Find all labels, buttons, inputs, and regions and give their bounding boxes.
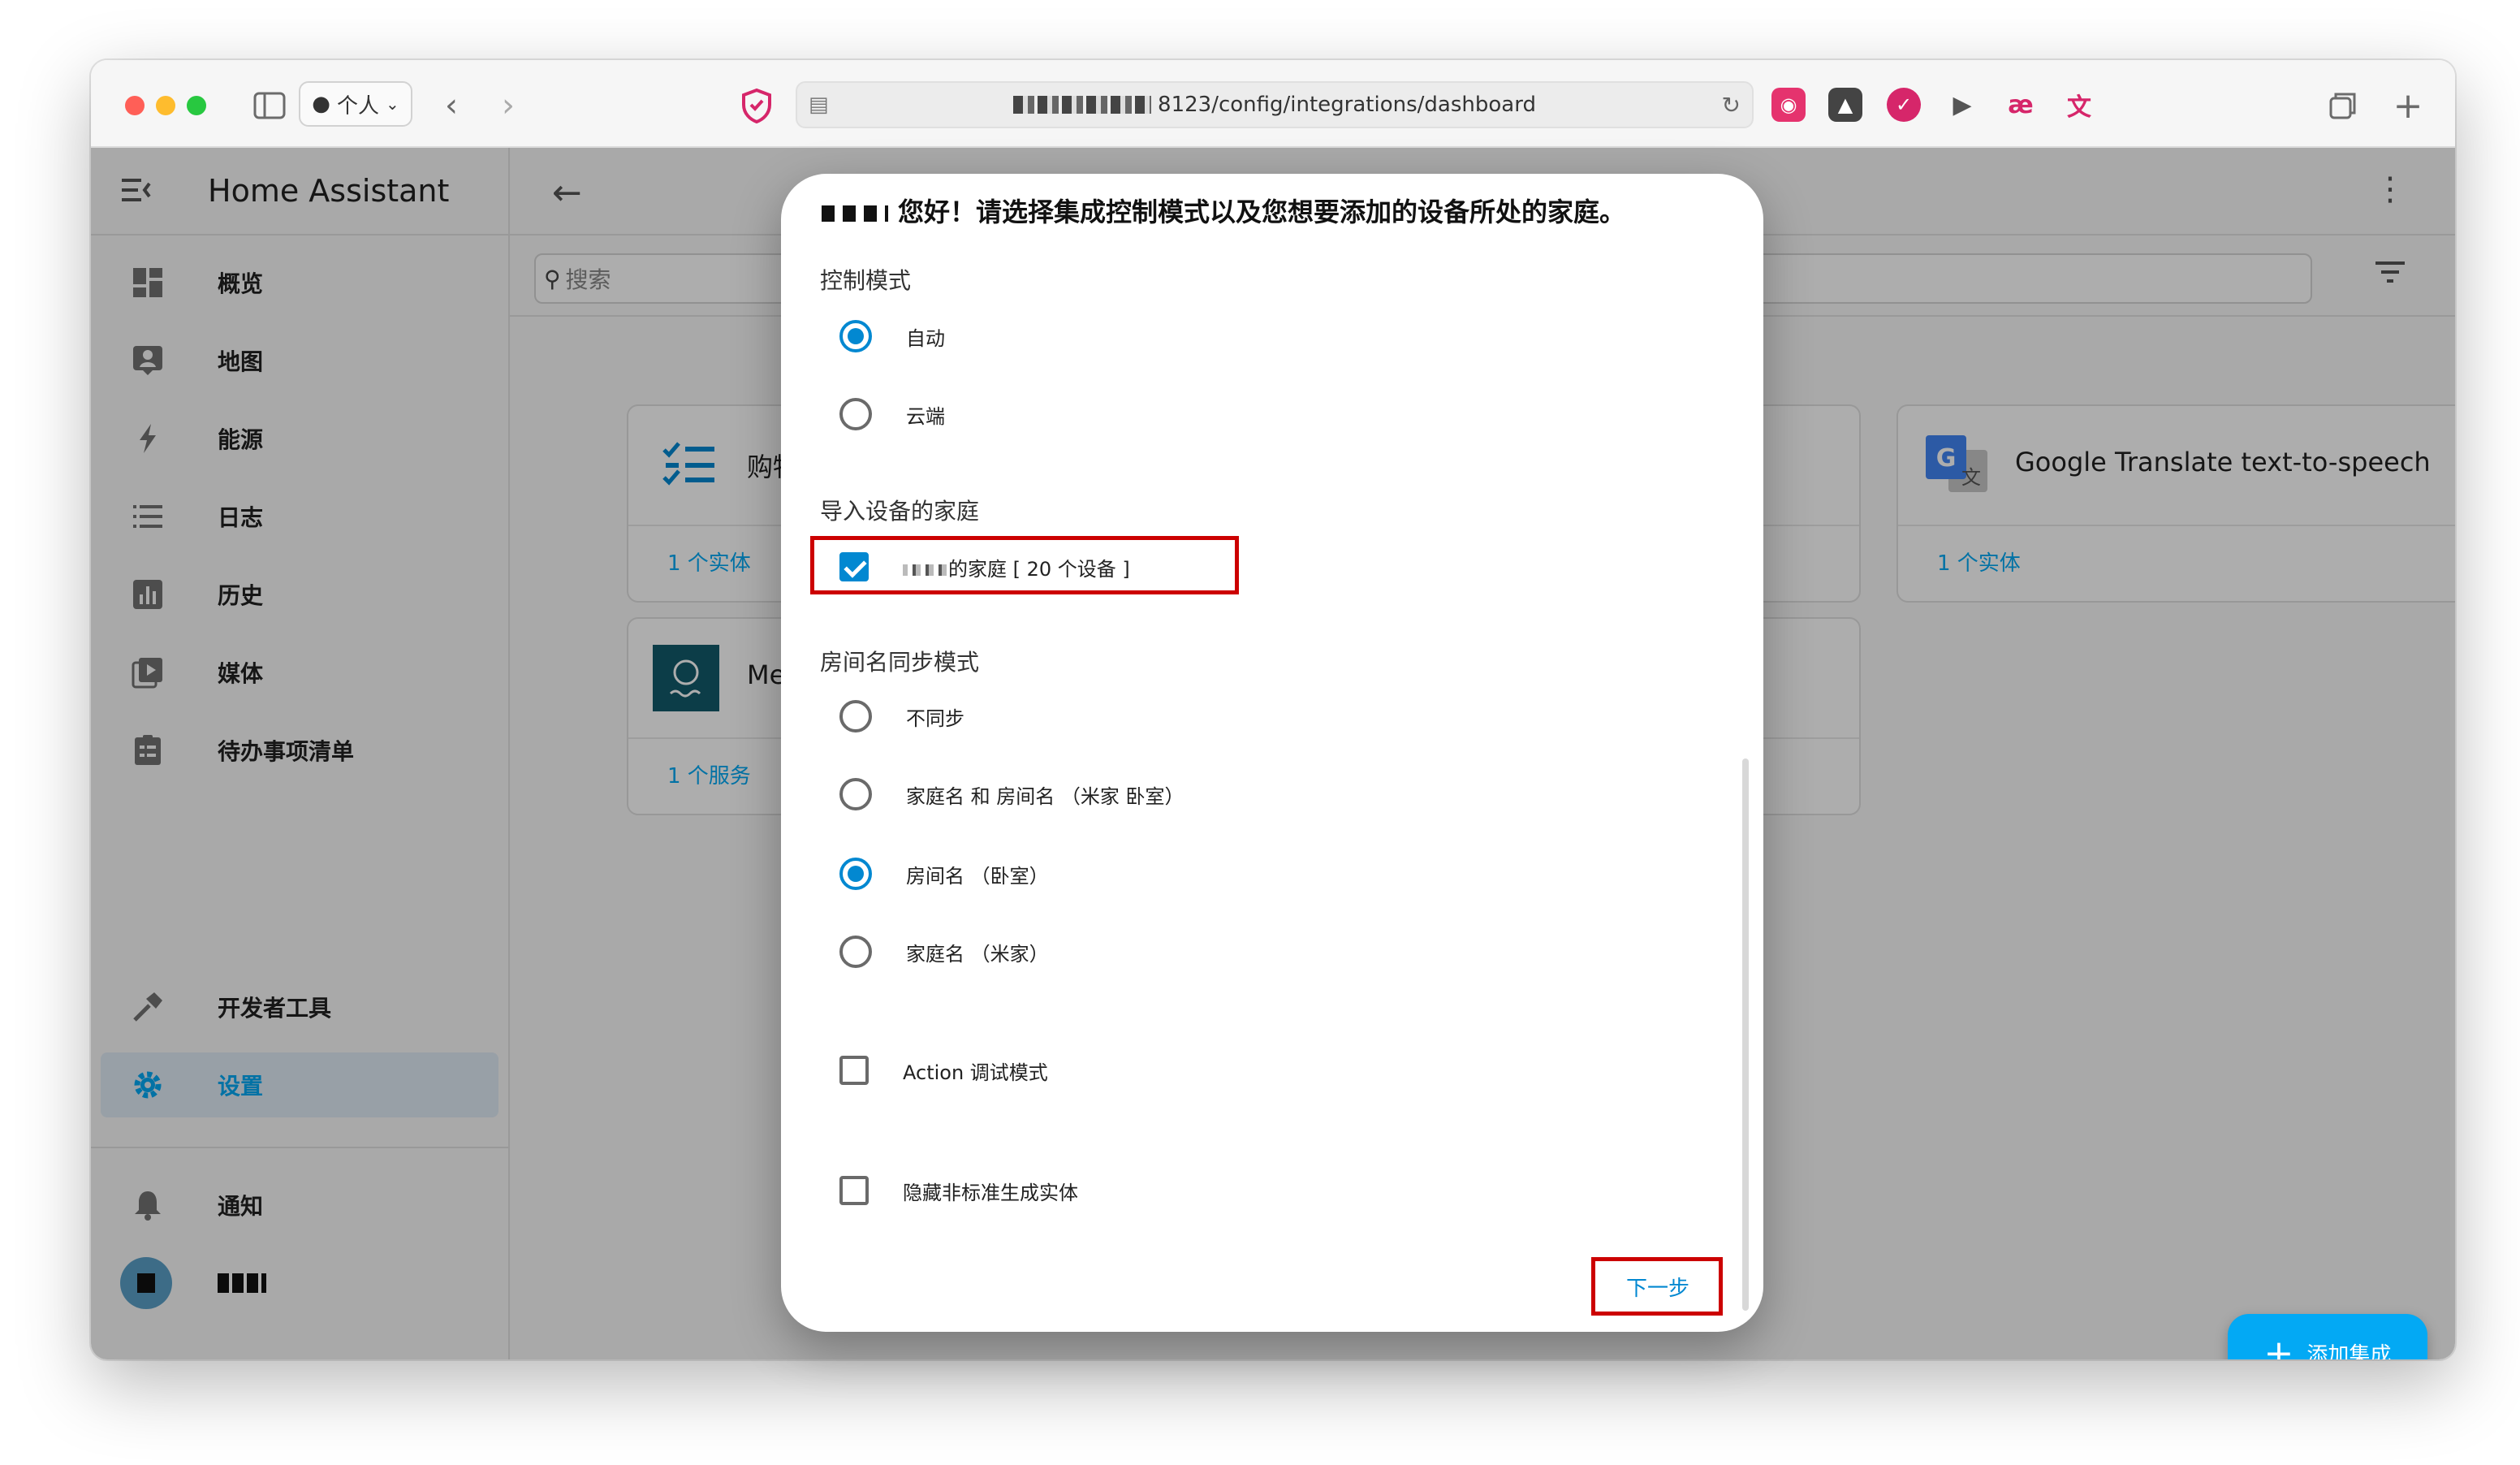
redacted-home-owner xyxy=(903,564,948,576)
back-icon[interactable]: ‹ xyxy=(435,84,468,127)
browser-titlebar: ● 个人 ⌄ ‹ › ▤ 8123/config/integrations/da… xyxy=(91,60,2455,148)
plus-icon: + xyxy=(2263,1332,2294,1360)
radio-button[interactable] xyxy=(839,936,872,968)
checkbox[interactable] xyxy=(839,1176,869,1205)
extension-bitwarden-icon[interactable]: ▲ xyxy=(1828,88,1862,122)
room-sync-none-radio[interactable]: 不同步 xyxy=(839,694,964,739)
extension-ae-icon[interactable]: æ xyxy=(2004,88,2038,122)
control-mode-auto-radio[interactable]: 自动 xyxy=(839,313,945,359)
home-option-text: 的家庭 [ 20 个设备 ] xyxy=(948,557,1130,581)
zoom-window-button[interactable] xyxy=(187,96,206,115)
option-label: 隐藏非标准生成实体 xyxy=(903,1181,1078,1204)
extension-translate-icon[interactable]: 文 xyxy=(2062,88,2096,122)
dialog-title: 您好！请选择集成控制模式以及您想要添加的设备所处的家庭。 xyxy=(822,192,1625,229)
radio-button[interactable] xyxy=(839,858,872,890)
extension-shield-icon[interactable]: ✓ xyxy=(1887,88,1921,122)
tabs-overview-icon[interactable] xyxy=(2325,84,2361,127)
room-sync-room-radio[interactable]: 房间名 （卧室） xyxy=(839,851,1049,897)
sidebar-toggle-icon[interactable] xyxy=(250,84,289,127)
action-debug-checkbox-option[interactable]: Action 调试模式 xyxy=(839,1048,1048,1093)
page-icon: ▤ xyxy=(809,93,829,117)
option-label: 家庭名 （米家） xyxy=(906,942,1049,966)
redacted-host xyxy=(1013,96,1152,114)
option-label: 家庭名 和 房间名 （米家 卧室） xyxy=(906,784,1184,808)
room-sync-home-radio[interactable]: 家庭名 （米家） xyxy=(839,929,1049,975)
option-label: 自动 xyxy=(906,326,945,350)
extension-play-icon[interactable]: ▶ xyxy=(1945,88,1979,122)
home-section-label: 导入设备的家庭 xyxy=(820,498,980,525)
radio-button[interactable] xyxy=(839,778,872,810)
redacted-name xyxy=(822,205,888,222)
shield-icon[interactable] xyxy=(737,84,776,127)
chevron-down-icon: ⌄ xyxy=(385,94,399,114)
fab-label: 添加集成 xyxy=(2306,1342,2392,1360)
dialog-title-text: 您好！请选择集成控制模式以及您想要添加的设备所处的家庭。 xyxy=(898,197,1626,227)
person-icon: ● xyxy=(312,92,330,116)
radio-button[interactable] xyxy=(839,320,872,352)
extension-glasses-icon[interactable]: ◉ xyxy=(1771,88,1806,122)
reload-icon[interactable]: ↻ xyxy=(1722,92,1741,119)
option-label: 房间名 （卧室） xyxy=(906,864,1049,888)
control-mode-cloud-radio[interactable]: 云端 xyxy=(839,391,945,437)
address-bar[interactable]: ▤ 8123/config/integrations/dashboard ↻ xyxy=(796,81,1754,128)
profile-label: 个人 xyxy=(336,93,379,119)
dialog-scrollbar[interactable] xyxy=(1742,758,1749,1311)
new-tab-icon[interactable]: + xyxy=(2390,84,2426,127)
minimize-window-button[interactable] xyxy=(156,96,175,115)
control-mode-label: 控制模式 xyxy=(820,267,912,294)
radio-button[interactable] xyxy=(839,700,872,732)
option-label: 云端 xyxy=(906,404,945,428)
forward-icon[interactable]: › xyxy=(492,84,524,127)
next-button[interactable]: 下一步 xyxy=(1601,1264,1715,1309)
config-flow-dialog: 您好！请选择集成控制模式以及您想要添加的设备所处的家庭。 控制模式 自动 云端 … xyxy=(781,174,1763,1332)
option-label: 的家庭 [ 20 个设备 ] xyxy=(903,553,1130,581)
option-label: Action 调试模式 xyxy=(903,1061,1048,1084)
option-label: 不同步 xyxy=(906,707,964,730)
url-text: 8123/config/integrations/dashboard xyxy=(1158,93,1536,117)
checkbox[interactable] xyxy=(839,1056,869,1085)
home-checkbox-option[interactable]: 的家庭 [ 20 个设备 ] xyxy=(839,544,1130,590)
add-integration-button[interactable]: + 添加集成 xyxy=(2228,1314,2427,1359)
close-window-button[interactable] xyxy=(125,96,145,115)
profile-button[interactable]: ● 个人 ⌄ xyxy=(299,81,412,127)
checkbox[interactable] xyxy=(839,552,869,581)
radio-button[interactable] xyxy=(839,398,872,430)
room-sync-home-room-radio[interactable]: 家庭名 和 房间名 （米家 卧室） xyxy=(839,771,1184,817)
room-sync-label: 房间名同步模式 xyxy=(820,649,980,676)
hide-nonstandard-checkbox-option[interactable]: 隐藏非标准生成实体 xyxy=(839,1168,1078,1213)
